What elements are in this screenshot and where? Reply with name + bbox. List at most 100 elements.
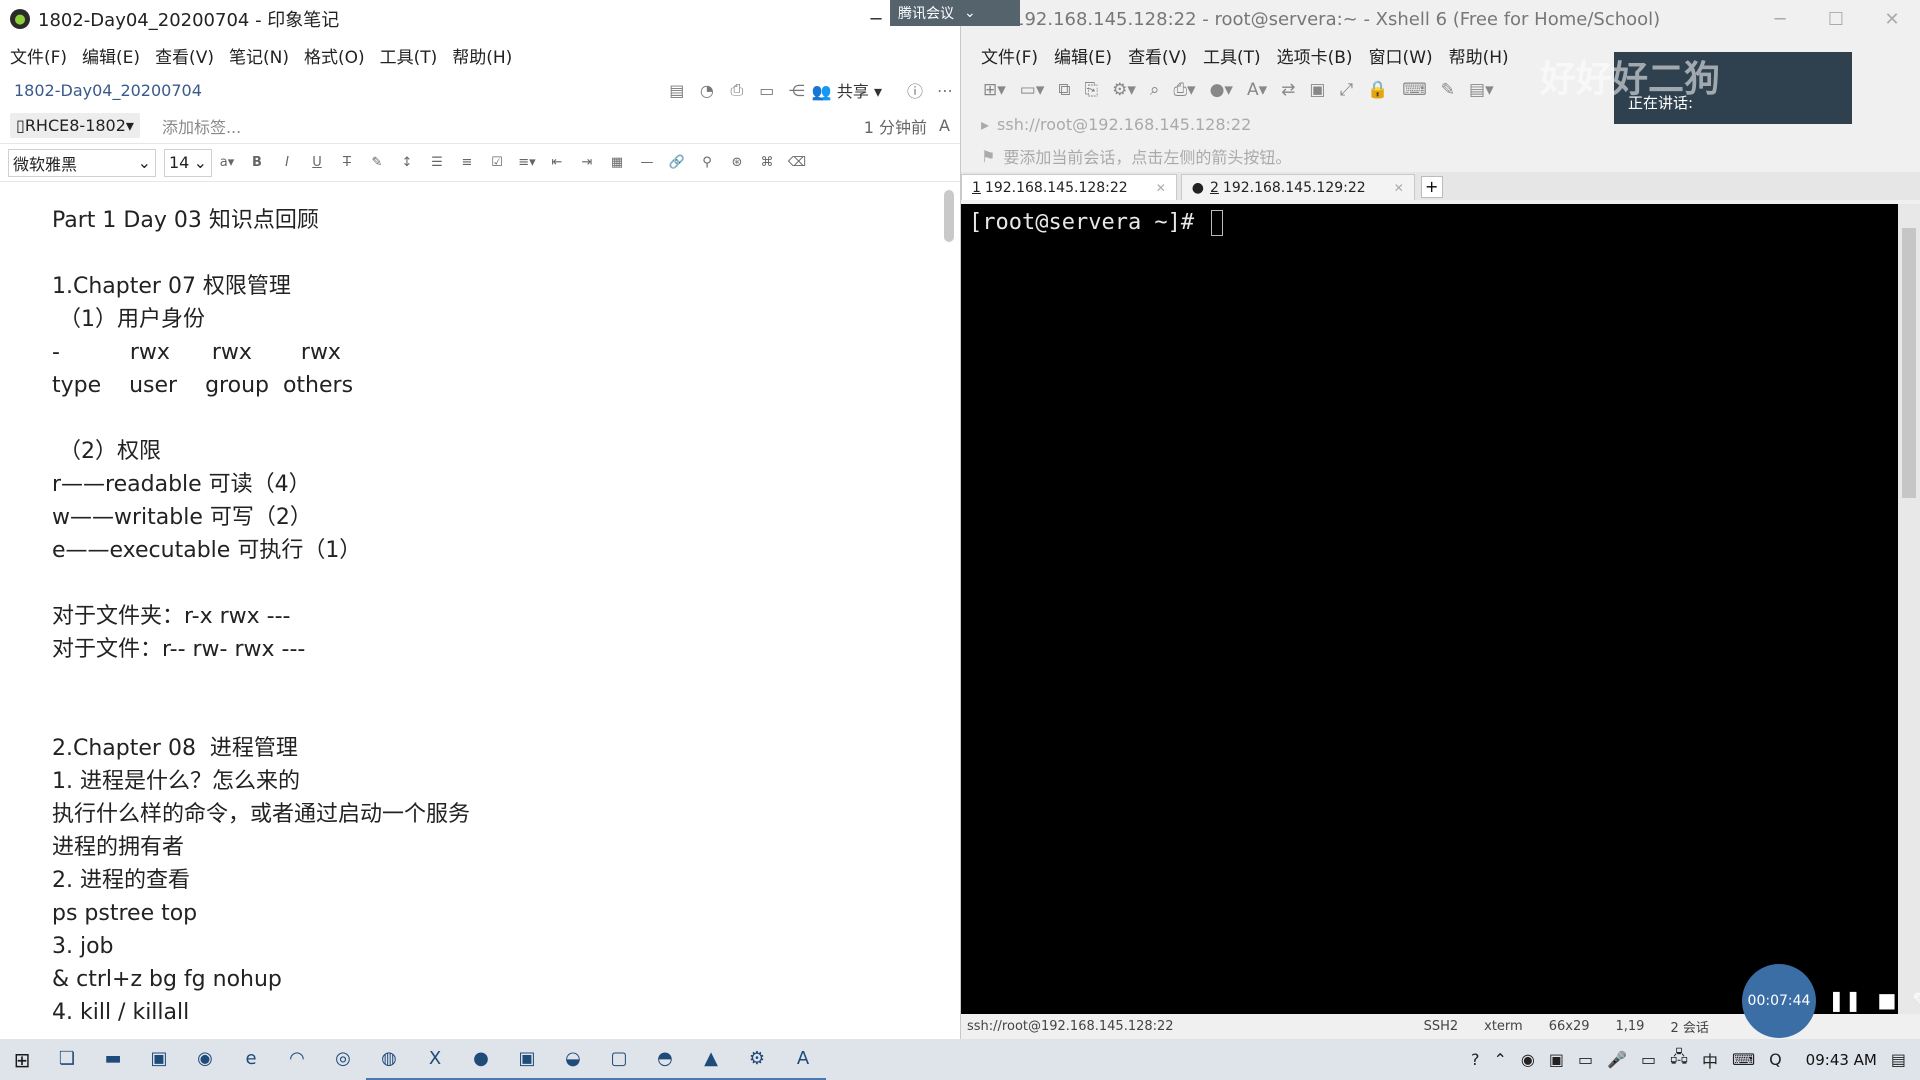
note-editor[interactable]: Part 1 Day 03 知识点回顾 1.Chapter 07 权限管理 （1）… (0, 182, 960, 1035)
numbered-list-icon[interactable]: ≡ (452, 155, 482, 170)
remote-desktop-icon[interactable]: ▢ (596, 1039, 642, 1080)
new-tab-button[interactable]: + (1420, 176, 1443, 198)
session-arrow-icon[interactable]: ▸ (981, 115, 989, 134)
more-icon[interactable]: ⋯ (930, 81, 960, 100)
clock[interactable]: 09:43 AM (1806, 1051, 1877, 1069)
start-button[interactable]: ⊞ (0, 1048, 44, 1072)
scrollbar-thumb[interactable] (1902, 228, 1916, 498)
fullscreen-icon[interactable]: ⤢ (1339, 80, 1353, 100)
link-icon[interactable]: 🔗 (662, 155, 692, 170)
terminal-scrollbar[interactable] (1898, 204, 1920, 1014)
clear-format-icon[interactable]: ⌫ (782, 155, 812, 170)
task-view-icon[interactable]: ❏ (44, 1039, 90, 1080)
menu-help[interactable]: 帮助(H) (452, 43, 512, 68)
browser-icon[interactable]: ◉ (182, 1039, 228, 1080)
note-title[interactable]: 1802-Day04_20200704 (14, 81, 662, 100)
reminder-icon[interactable]: ◔ (692, 81, 722, 100)
new-session-icon[interactable]: ⊞▾ (983, 80, 1006, 100)
table-icon[interactable]: ▦ (602, 155, 632, 170)
copy-icon[interactable]: ⧉ (1058, 80, 1070, 100)
photos-task-icon[interactable]: ▲ (688, 1039, 734, 1080)
display-icon[interactable]: ▭ (1578, 1050, 1593, 1069)
menu-edit[interactable]: 编辑(E) (82, 43, 140, 68)
menu-edit[interactable]: 编辑(E) (1054, 43, 1112, 68)
help-icon[interactable]: ? (1471, 1050, 1480, 1069)
strikethrough-icon[interactable]: T (332, 155, 362, 170)
meeting-tag[interactable]: 腾讯会议 ⌄ (890, 0, 1020, 26)
align-icon[interactable]: ≡▾ (512, 155, 542, 170)
terminal[interactable]: [root@servera ~]# (961, 204, 1898, 1014)
chevron-up-icon[interactable]: ⌃ (1493, 1050, 1506, 1069)
qq-icon[interactable]: Q (1769, 1050, 1782, 1069)
menu-view[interactable]: 查看(V) (1128, 43, 1187, 68)
info-icon[interactable]: ⓘ (900, 78, 930, 102)
network-icon[interactable]: 🖧 (1670, 1046, 1688, 1073)
properties-icon[interactable]: ⚙▾ (1112, 80, 1136, 100)
menu-help[interactable]: 帮助(H) (1449, 43, 1509, 68)
present-icon[interactable]: ▭ (752, 81, 782, 100)
share-button[interactable]: 👥 共享 ▾ (812, 78, 882, 102)
keyboard-layout-icon[interactable]: ⌨ (1732, 1050, 1755, 1069)
notebook-selector[interactable]: ▯RHCE8-1802▾ (10, 113, 140, 138)
checkbox-icon[interactable]: ☑ (482, 155, 512, 170)
terminal-task-icon[interactable]: ▣ (504, 1039, 550, 1080)
maximize-button[interactable]: ☐ (1808, 0, 1864, 38)
session-tab-2[interactable]: ● 2 192.168.145.129:22 ✕ (1180, 174, 1415, 200)
menu-tools[interactable]: 工具(T) (380, 43, 438, 68)
globe-icon[interactable]: ●▾ (1210, 80, 1233, 100)
superscript-icon[interactable]: ↕ (392, 155, 422, 170)
edge-icon[interactable]: e (228, 1039, 274, 1080)
settings-task-icon[interactable]: ⚙ (734, 1039, 780, 1080)
transfer-icon[interactable]: ⇄ (1281, 80, 1295, 100)
paste-icon[interactable]: ⎘ (1085, 80, 1099, 100)
share-link-icon[interactable]: ⋲ (782, 81, 812, 100)
font-style-icon[interactable]: A (939, 116, 950, 135)
note-scrollbar[interactable] (944, 190, 954, 242)
pause-icon[interactable]: ❚❚ (1828, 988, 1862, 1012)
close-button[interactable]: ✕ (1864, 0, 1920, 38)
indent-icon[interactable]: ⇥ (572, 155, 602, 170)
store-icon[interactable]: ▣ (136, 1039, 182, 1080)
encrypt-icon[interactable]: ⊛ (722, 155, 752, 170)
shield-icon[interactable]: ◉ (1521, 1050, 1535, 1069)
menu-window[interactable]: 窗口(W) (1369, 43, 1433, 68)
chrome-icon[interactable]: ◎ (320, 1039, 366, 1080)
close-icon[interactable]: ✕ (1394, 181, 1404, 195)
font-icon[interactable]: A▾ (1247, 80, 1267, 100)
menu-format[interactable]: 格式(O) (304, 43, 365, 68)
location-icon[interactable]: ⚲ (692, 155, 722, 170)
note-info-icon[interactable]: ▤ (662, 81, 692, 100)
chrome-running-icon[interactable]: ◍ (366, 1039, 412, 1080)
text-color-icon[interactable]: a▾ (212, 155, 242, 170)
chat-icon[interactable]: ◠ (274, 1039, 320, 1080)
font-size-select[interactable]: 14 ⌄ (164, 148, 212, 177)
pen-icon[interactable]: ✎ (1912, 988, 1920, 1012)
menu-view[interactable]: 查看(V) (155, 43, 214, 68)
menu-tools[interactable]: 工具(T) (1203, 43, 1261, 68)
menu-tabs[interactable]: 选项卡(B) (1277, 43, 1353, 68)
layout-icon[interactable]: ▤▾ (1469, 80, 1494, 100)
menu-file[interactable]: 文件(F) (10, 43, 67, 68)
bullet-list-icon[interactable]: ☰ (422, 155, 452, 170)
notification-icon[interactable]: ▤ (1891, 1050, 1906, 1069)
stop-icon[interactable]: ■ (1878, 988, 1897, 1012)
ime-icon[interactable]: 中 (1702, 1048, 1718, 1072)
pin-icon[interactable]: ⚑ (981, 147, 995, 166)
add-tag-input[interactable]: 添加标签... (162, 114, 864, 138)
italic-icon[interactable]: I (272, 155, 302, 170)
code-icon[interactable]: ⌘ (752, 155, 782, 170)
session-tab-1[interactable]: 1 192.168.145.128:22 ✕ (961, 174, 1177, 200)
highlight-icon[interactable]: ✎ (362, 155, 392, 170)
print-icon[interactable]: ⎙ (722, 80, 752, 100)
compose-icon[interactable]: ✎ (1441, 80, 1455, 100)
divider-icon[interactable]: — (632, 155, 662, 170)
pin-icon[interactable]: ✕ (1156, 181, 1166, 195)
battery-icon[interactable]: ▭ (1641, 1050, 1656, 1069)
script-icon[interactable]: ▣ (1309, 80, 1325, 100)
font-family-select[interactable]: 微软雅黑 ⌄ (8, 148, 156, 177)
keyboard-icon[interactable]: ⌨ (1402, 80, 1427, 100)
lock-icon[interactable]: 🔒 (1367, 80, 1388, 100)
xftp-task-icon[interactable]: ◒ (550, 1039, 596, 1080)
underline-icon[interactable]: U (302, 155, 332, 170)
minimize-button[interactable]: ─ (1752, 0, 1808, 38)
